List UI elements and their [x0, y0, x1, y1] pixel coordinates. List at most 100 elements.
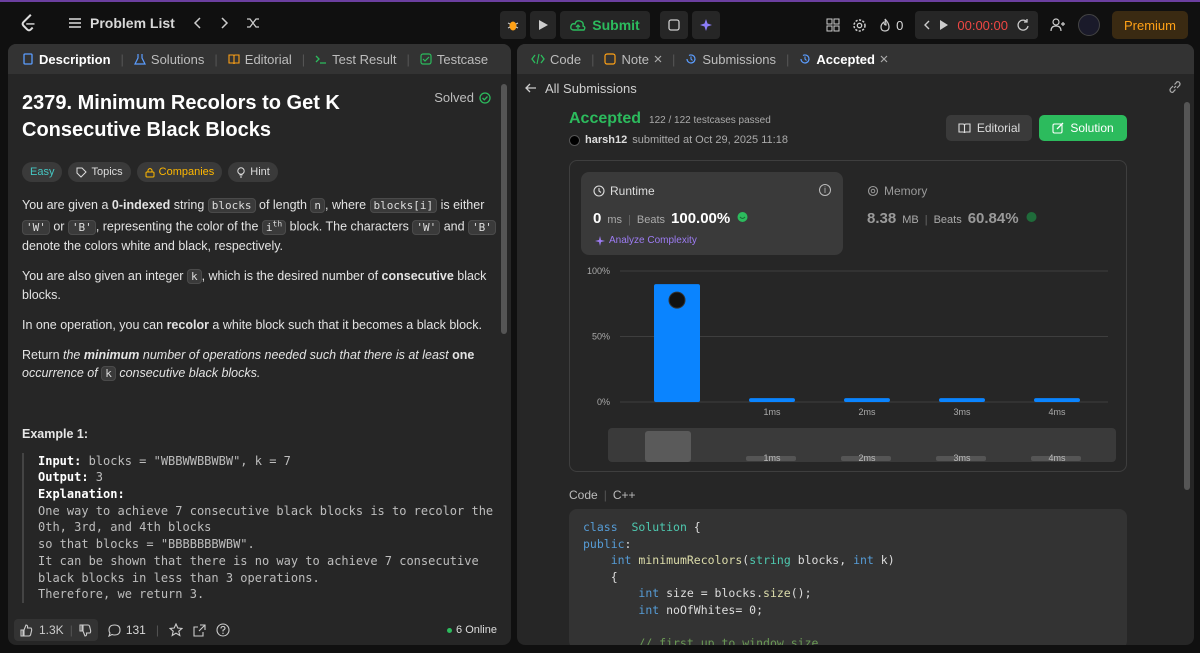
- hint-chip[interactable]: Hint: [228, 162, 278, 182]
- run-button[interactable]: [530, 11, 556, 39]
- avatar[interactable]: [1077, 14, 1100, 36]
- lightbulb-icon: [237, 166, 245, 177]
- tab-accepted[interactable]: Accepted: [793, 44, 894, 74]
- close-icon[interactable]: [654, 55, 662, 63]
- tab-accepted-label: Accepted: [816, 51, 875, 67]
- run-submit-group: Submit: [500, 11, 720, 39]
- example-heading: Example 1:: [22, 426, 89, 441]
- like-dislike-group: 1.3K |: [14, 619, 98, 641]
- like-divider: |: [69, 623, 73, 637]
- solution-button[interactable]: Solution: [1039, 115, 1127, 141]
- thumbs-down-icon[interactable]: [79, 623, 92, 637]
- x-tick-label: 3ms: [953, 407, 971, 417]
- runtime-distribution-chart: 100% 50% 0% 1ms 2ms 3ms 4ms 1ms 2ms 3ms 4ms: [587, 266, 1116, 463]
- result-scrollbar[interactable]: [1184, 102, 1190, 490]
- prev-problem-button[interactable]: [183, 9, 211, 37]
- tab-note[interactable]: Note: [598, 44, 667, 74]
- next-problem-button[interactable]: [211, 9, 239, 37]
- note-icon: [604, 53, 617, 65]
- arrow-left-icon: [525, 83, 536, 93]
- topics-chip[interactable]: Topics: [68, 162, 131, 182]
- lock-icon: [145, 167, 155, 177]
- timer-widget[interactable]: 00:00:00: [915, 11, 1038, 39]
- gear-icon[interactable]: [852, 18, 867, 33]
- reset-icon[interactable]: [1016, 18, 1030, 32]
- share-icon[interactable]: [193, 623, 206, 637]
- book-icon: [958, 122, 971, 133]
- problem-list-button[interactable]: Problem List: [68, 15, 175, 31]
- submit-button[interactable]: Submit: [560, 11, 650, 39]
- submitted-code[interactable]: class Solution {public: int minimumRecol…: [569, 509, 1127, 645]
- description-scrollbar[interactable]: [501, 84, 507, 334]
- tab-submissions-label: Submissions: [702, 51, 777, 67]
- user-avatar[interactable]: [569, 134, 580, 146]
- tab-divider: |: [591, 51, 595, 67]
- random-problem-button[interactable]: [239, 9, 267, 37]
- close-icon[interactable]: [880, 55, 888, 63]
- tab-description[interactable]: Description: [16, 44, 117, 74]
- comment-count: 131: [125, 623, 146, 637]
- thumbs-up-icon[interactable]: [20, 623, 33, 637]
- description-footer: 1.3K | 131 | 6 Online: [8, 615, 511, 645]
- comment-icon: [107, 623, 121, 637]
- tab-submissions[interactable]: Submissions: [679, 44, 782, 74]
- add-user-icon[interactable]: [1050, 18, 1066, 32]
- editorial-button-label: Editorial: [976, 121, 1021, 135]
- star-icon[interactable]: [168, 623, 183, 637]
- runtime-value: 0: [593, 210, 602, 227]
- tab-test-result[interactable]: Test Result: [309, 44, 402, 74]
- link-icon[interactable]: [1168, 80, 1182, 94]
- leetcode-logo-icon[interactable]: [18, 12, 40, 34]
- tab-editorial[interactable]: Editorial: [222, 44, 298, 74]
- tab-code[interactable]: Code: [525, 44, 587, 74]
- submitted-time: submitted at Oct 29, 2025 11:18: [632, 134, 788, 146]
- description-paragraph-2: You are also given an integer k, which i…: [22, 268, 487, 302]
- problem-title[interactable]: 2379. Minimum Recolors to Get K Consecut…: [22, 90, 422, 144]
- premium-button[interactable]: Premium: [1111, 11, 1188, 39]
- username[interactable]: harsh12: [585, 134, 627, 146]
- value-divider: |: [628, 214, 631, 226]
- editorial-button[interactable]: Editorial: [946, 115, 1032, 141]
- chart-bar: [939, 398, 985, 402]
- sparkle-icon: [700, 19, 712, 31]
- debug-button[interactable]: [500, 11, 526, 39]
- memory-chip-icon: [867, 185, 879, 197]
- testcases-passed: 122 / 122 testcases passed: [649, 115, 771, 126]
- all-submissions-link[interactable]: All Submissions: [517, 74, 1194, 102]
- streak-counter[interactable]: 0: [879, 18, 903, 33]
- ai-assist-button[interactable]: [692, 11, 720, 39]
- explanation-line: One way to achieve 7 consecutive black b…: [38, 503, 494, 518]
- runtime-unit: ms: [607, 214, 623, 226]
- scroller-tick-label: 4ms: [1048, 453, 1066, 463]
- chevron-left-icon[interactable]: [923, 19, 931, 31]
- info-icon[interactable]: i: [819, 184, 831, 196]
- description-paragraph-4: Return the minimum number of operations …: [22, 347, 475, 381]
- memory-value: 8.38: [867, 210, 897, 227]
- tab-testcase[interactable]: Testcase: [414, 44, 494, 74]
- memory-label: Memory: [884, 184, 928, 198]
- code-line: class Solution {: [583, 520, 701, 534]
- shuffle-icon: [246, 18, 259, 28]
- explanation-line: Therefore, we return 3.: [38, 587, 205, 602]
- notes-button[interactable]: [660, 11, 688, 39]
- performance-box: Runtime i 0 ms | Beats 100.00% Analyze C…: [569, 160, 1127, 472]
- companies-chip[interactable]: Companies: [136, 162, 223, 182]
- layout-grid-icon[interactable]: [826, 18, 840, 32]
- difficulty-badge: Easy: [22, 162, 63, 182]
- tab-editorial-label: Editorial: [244, 51, 292, 67]
- code-line: {: [583, 569, 618, 584]
- code-line: int size = blocks.size();: [638, 586, 812, 600]
- scroller-tick-label: 1ms: [763, 453, 781, 463]
- tab-description-label: Description: [39, 51, 111, 67]
- play-icon[interactable]: [939, 19, 949, 31]
- runtime-card[interactable]: Runtime i 0 ms | Beats 100.00% Analyze C…: [581, 172, 843, 255]
- help-icon[interactable]: [216, 623, 230, 637]
- memory-card[interactable]: Memory 8.38 MB | Beats 60.84%: [855, 172, 1117, 255]
- tab-solutions[interactable]: Solutions: [128, 44, 210, 74]
- analyze-complexity-link[interactable]: Analyze Complexity: [595, 235, 697, 246]
- explanation-line: so that blocks = "BBBBBBBWBW".: [38, 537, 255, 552]
- comments-button[interactable]: 131: [107, 623, 146, 637]
- y-tick-label: 100%: [587, 266, 610, 276]
- code-icon: [531, 53, 545, 65]
- play-icon: [539, 20, 548, 30]
